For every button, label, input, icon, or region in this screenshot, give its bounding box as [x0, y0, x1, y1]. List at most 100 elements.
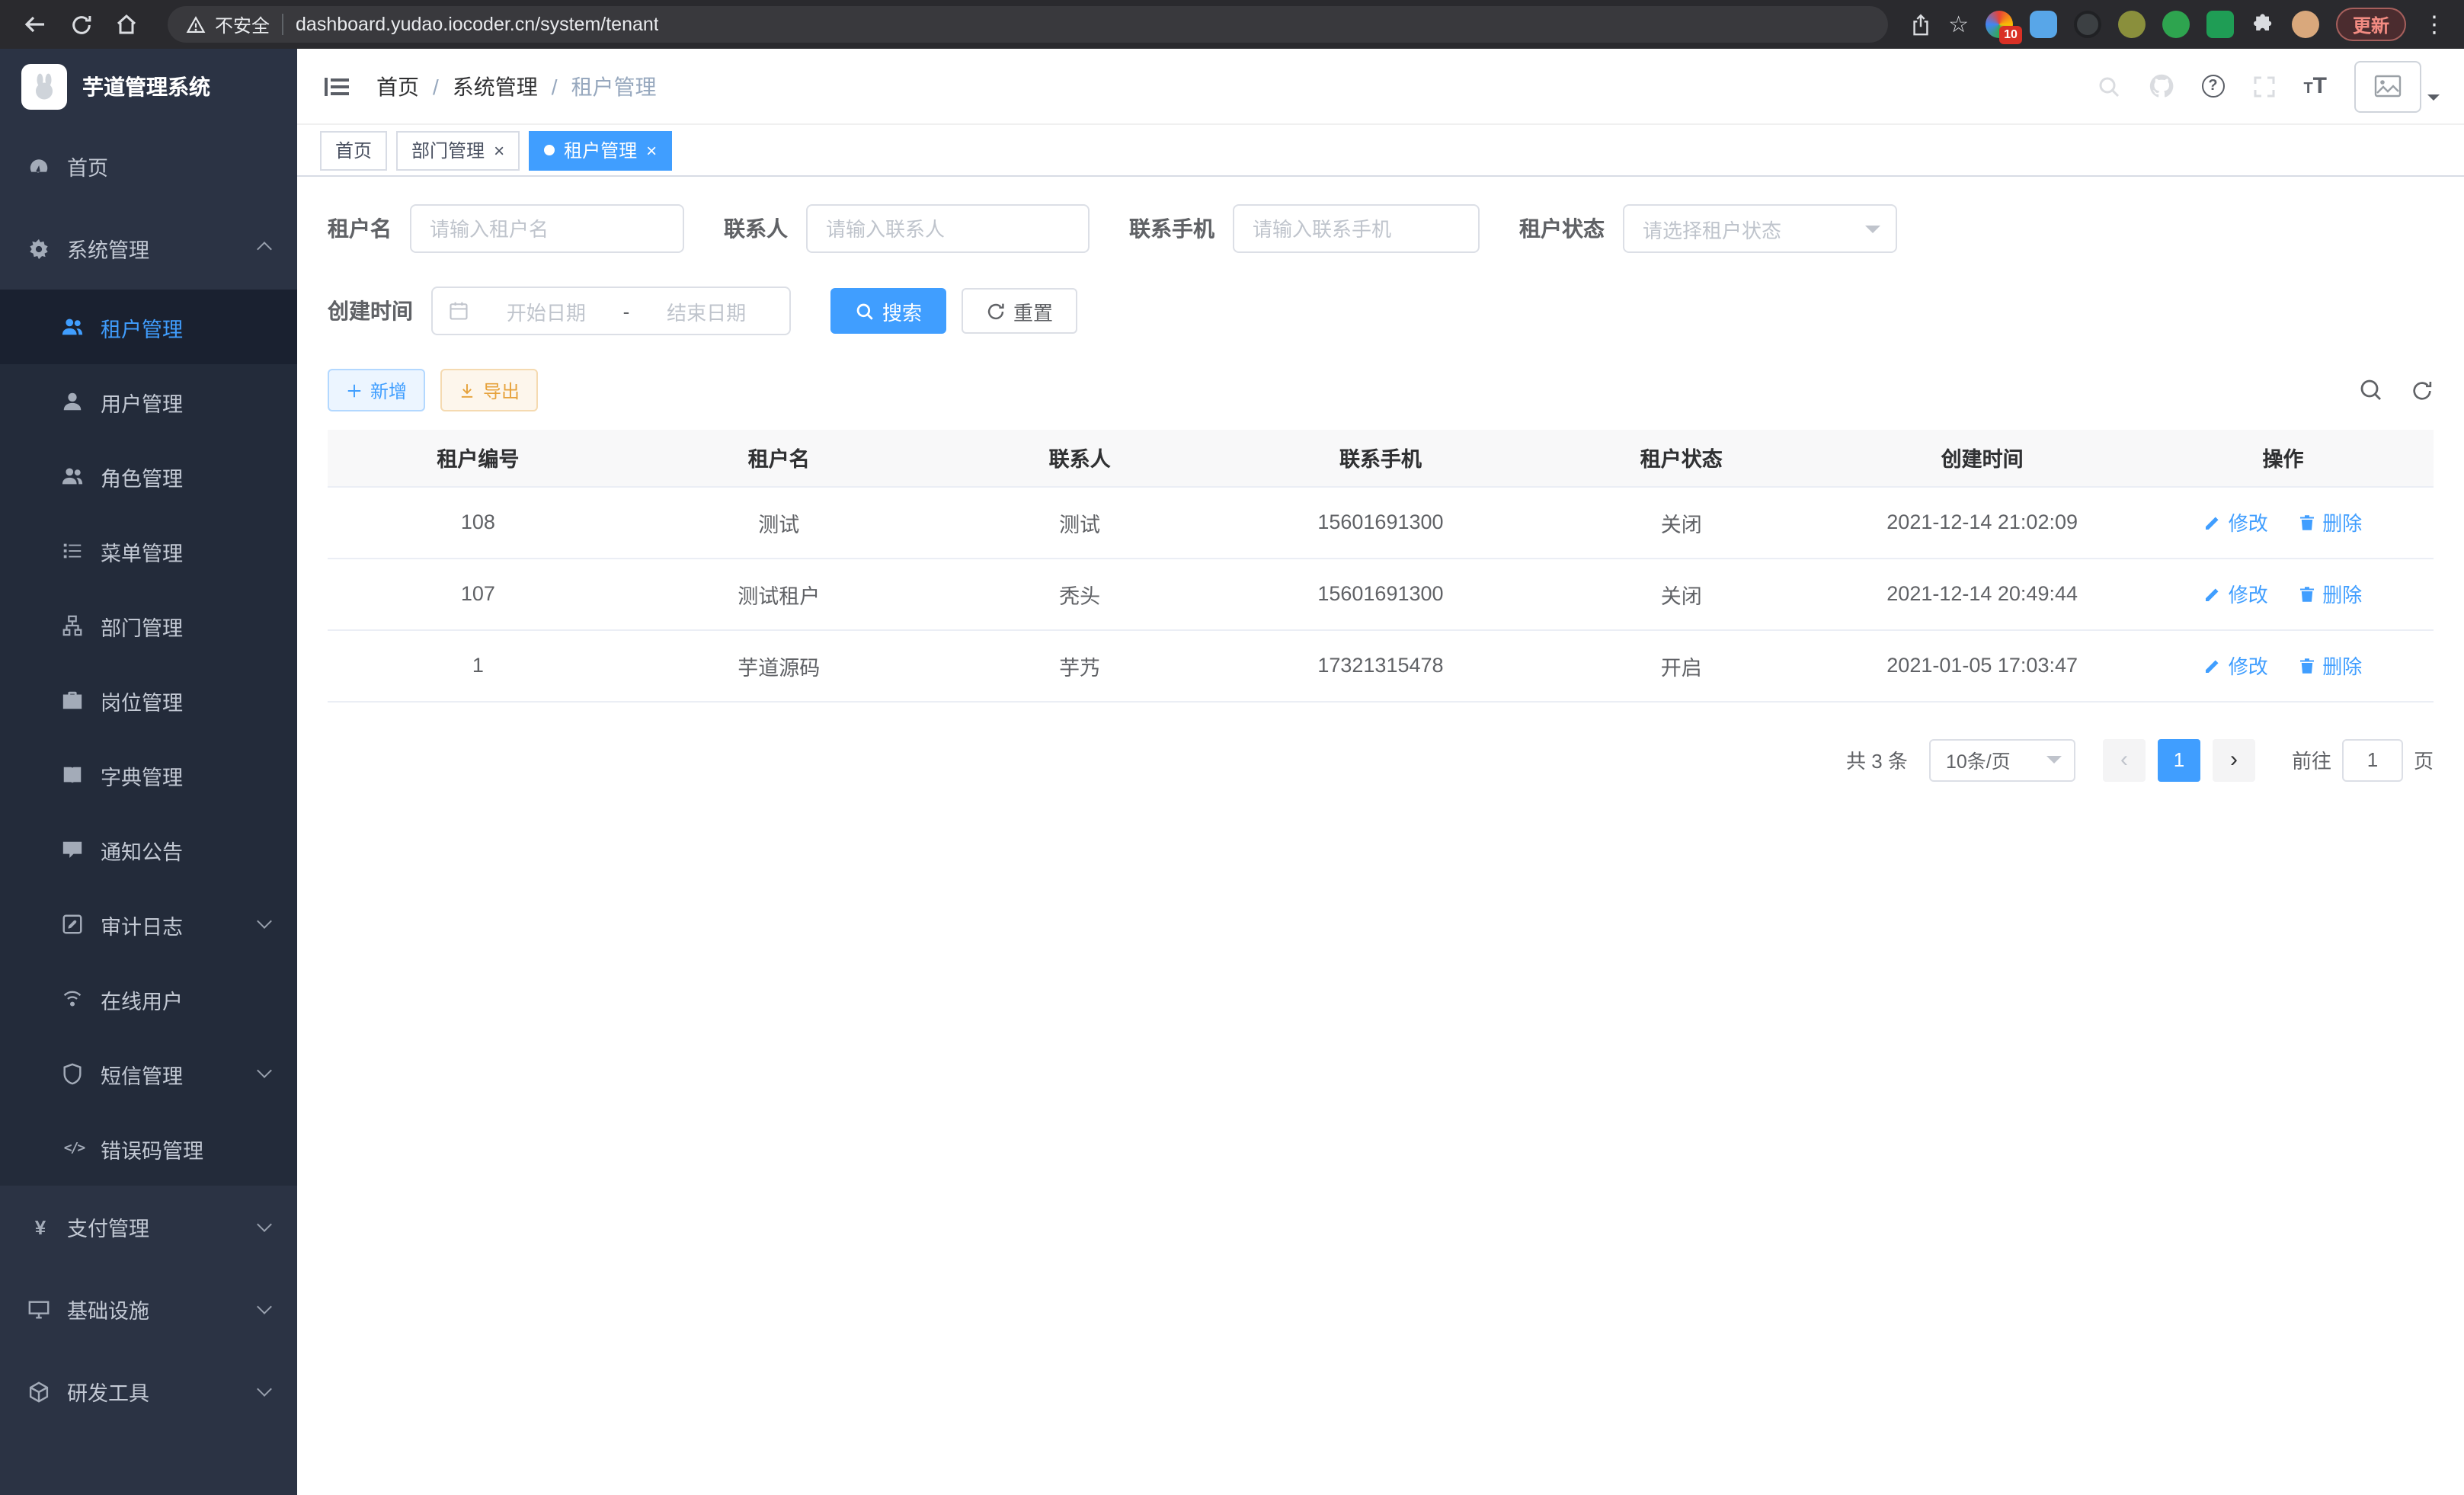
extension-icon-4[interactable] — [2118, 11, 2146, 38]
reload-icon[interactable] — [61, 5, 101, 44]
prev-page-button[interactable]: ‹ — [2103, 738, 2146, 781]
tenant-table: 租户编号 租户名 联系人 联系手机 租户状态 创建时间 操作 108 测试 — [328, 430, 2434, 702]
delete-link[interactable]: 删除 — [2298, 507, 2362, 536]
search-icon — [855, 301, 875, 321]
sidebar-item-payment[interactable]: ¥ 支付管理 — [0, 1186, 297, 1268]
navbar: 首页 / 系统管理 / 租户管理 ? — [297, 49, 2464, 125]
extension-icon-2[interactable] — [2030, 11, 2057, 38]
bookmark-star-icon[interactable]: ☆ — [1948, 13, 1969, 36]
sidebar-item-audit-log[interactable]: 审计日志 — [0, 887, 297, 962]
back-icon[interactable] — [15, 5, 55, 44]
reset-button[interactable]: 重置 — [962, 288, 1077, 334]
delete-link[interactable]: 删除 — [2298, 579, 2362, 608]
share-icon[interactable] — [1909, 13, 1931, 36]
sidebar-item-online-users[interactable]: 在线用户 — [0, 962, 297, 1036]
url-text[interactable]: dashboard.yudao.iocoder.cn/system/tenant — [296, 14, 659, 35]
home-icon[interactable] — [107, 5, 146, 44]
plus-icon — [346, 382, 363, 399]
user-icon — [61, 390, 84, 413]
shield-icon — [61, 1062, 84, 1085]
extension-icon-3[interactable] — [2074, 11, 2101, 38]
pencil-icon — [2204, 656, 2222, 674]
fullscreen-icon[interactable] — [2251, 74, 2276, 98]
start-date-placeholder[interactable]: 开始日期 — [478, 296, 614, 325]
extensions-puzzle-icon[interactable] — [2251, 12, 2275, 37]
extension-icon-5[interactable] — [2162, 11, 2190, 38]
sidebar-item-home[interactable]: 首页 — [0, 125, 297, 207]
edit-link[interactable]: 修改 — [2204, 579, 2268, 608]
page-size-select[interactable]: 10条/页 — [1929, 738, 2075, 781]
sidebar-item-tenant[interactable]: 租户管理 — [0, 290, 297, 364]
tab-tenant[interactable]: 租户管理 × — [529, 130, 672, 170]
app-logo[interactable]: 芋道管理系统 — [0, 49, 297, 125]
tenant-name-input[interactable] — [410, 204, 684, 253]
hide-search-icon[interactable] — [2359, 378, 2383, 402]
help-icon[interactable]: ? — [2201, 75, 2224, 98]
browser-update-button[interactable]: 更新 — [2336, 8, 2406, 41]
breadcrumb-home[interactable]: 首页 — [376, 71, 419, 101]
add-button[interactable]: 新增 — [328, 369, 425, 411]
edit-link[interactable]: 修改 — [2204, 651, 2268, 680]
sidebar-item-dept[interactable]: 部门管理 — [0, 588, 297, 663]
extension-icon-1[interactable]: 10 — [1986, 11, 2013, 38]
org-tree-icon — [61, 614, 84, 637]
font-size-icon[interactable]: TT — [2303, 75, 2327, 98]
filter-status: 租户状态 请选择租户状态 — [1519, 204, 1897, 253]
pencil-icon — [2204, 584, 2222, 603]
filter-create-time: 创建时间 开始日期 - 结束日期 — [328, 287, 791, 335]
status-placeholder: 请选择租户状态 — [1643, 214, 1781, 243]
sidebar-item-system[interactable]: 系统管理 — [0, 207, 297, 290]
browser-menu-icon[interactable]: ⋮ — [2423, 11, 2446, 38]
edit-link[interactable]: 修改 — [2204, 507, 2268, 536]
col-contact: 联系人 — [930, 430, 1230, 486]
page-1-button[interactable]: 1 — [2158, 738, 2200, 781]
trash-icon — [2298, 513, 2316, 531]
sidebar-item-dev-tools[interactable]: 研发工具 — [0, 1350, 297, 1433]
refresh-table-icon[interactable] — [2411, 379, 2434, 402]
browser-chrome: 不安全 dashboard.yudao.iocoder.cn/system/te… — [0, 0, 2464, 49]
tab-dept[interactable]: 部门管理 × — [396, 130, 520, 170]
close-icon[interactable]: × — [646, 141, 657, 159]
date-range-picker[interactable]: 开始日期 - 结束日期 — [431, 287, 791, 335]
breadcrumb-system[interactable]: 系统管理 — [453, 71, 538, 101]
sidebar-item-post[interactable]: 岗位管理 — [0, 663, 297, 738]
chevron-up-icon — [257, 241, 272, 256]
search-button[interactable]: 搜索 — [830, 288, 946, 334]
goto-page-input[interactable] — [2342, 738, 2403, 781]
warning-icon — [186, 14, 206, 34]
sidebar-item-sms[interactable]: 短信管理 — [0, 1036, 297, 1111]
phone-input[interactable] — [1233, 204, 1480, 253]
end-date-placeholder[interactable]: 结束日期 — [638, 296, 774, 325]
status-select[interactable]: 请选择租户状态 — [1623, 204, 1897, 253]
close-icon[interactable]: × — [494, 141, 504, 159]
browser-profile-avatar[interactable] — [2292, 11, 2319, 38]
contact-input[interactable] — [806, 204, 1090, 253]
export-button[interactable]: 导出 — [440, 369, 538, 411]
github-icon[interactable] — [2148, 73, 2174, 99]
delete-link[interactable]: 删除 — [2298, 651, 2362, 680]
sidebar-toggle-icon[interactable] — [322, 71, 352, 101]
filter-row-2: 创建时间 开始日期 - 结束日期 搜索 重置 — [328, 287, 2434, 335]
address-bar[interactable]: 不安全 dashboard.yudao.iocoder.cn/system/te… — [168, 6, 1887, 43]
filter-contact: 联系人 — [724, 204, 1090, 253]
cell-actions: 修改 删除 — [2133, 629, 2434, 701]
tab-home[interactable]: 首页 — [320, 130, 387, 170]
calendar-icon — [448, 300, 469, 322]
cell-contact: 秃头 — [930, 558, 1230, 629]
user-avatar[interactable] — [2354, 60, 2440, 112]
sidebar-item-notice[interactable]: 通知公告 — [0, 812, 297, 887]
sidebar-item-error-code[interactable]: </> 错误码管理 — [0, 1111, 297, 1186]
sidebar-item-dict[interactable]: 字典管理 — [0, 738, 297, 812]
table-row: 107 测试租户 秃头 15601691300 关闭 2021-12-14 20… — [328, 558, 2434, 629]
next-page-button[interactable]: › — [2213, 738, 2255, 781]
sidebar-item-menu[interactable]: 菜单管理 — [0, 514, 297, 588]
sidebar-item-role[interactable]: 角色管理 — [0, 439, 297, 514]
sidebar-item-user[interactable]: 用户管理 — [0, 364, 297, 439]
sidebar-item-infrastructure[interactable]: 基础设施 — [0, 1268, 297, 1350]
refresh-icon — [986, 301, 1006, 321]
extension-icon-6[interactable] — [2206, 11, 2234, 38]
security-chip[interactable]: 不安全 — [186, 11, 270, 37]
navbar-actions: ? TT — [2096, 60, 2440, 112]
header-search-icon[interactable] — [2096, 74, 2120, 98]
avatar-image-placeholder — [2354, 60, 2421, 112]
